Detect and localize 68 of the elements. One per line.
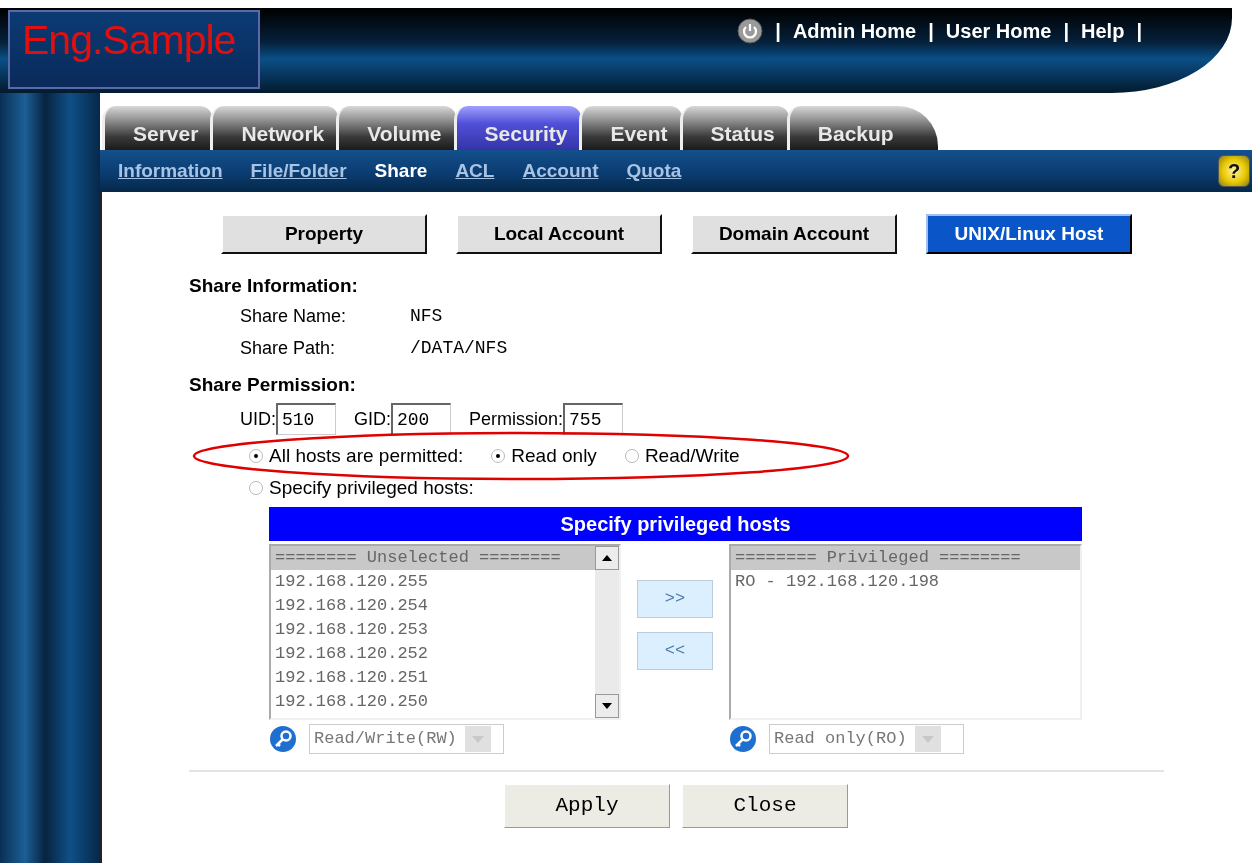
radio-label: Specify privileged hosts: [269, 475, 474, 500]
section-button[interactable]: UNIX/Linux Host [926, 214, 1132, 254]
input-field[interactable]: 200 [391, 403, 451, 435]
main-tab[interactable]: Event [579, 106, 682, 150]
list-item[interactable]: 192.168.120.253 [271, 618, 595, 642]
main-tab[interactable]: Volume [336, 106, 456, 150]
access-select[interactable]: Read only(RO) [769, 724, 964, 754]
field-label: UID: [240, 407, 276, 431]
list-item[interactable]: RO - 192.168.120.198 [731, 570, 1080, 594]
field-value: NFS [410, 305, 443, 328]
help-button[interactable]: ? [1218, 155, 1250, 187]
section-button[interactable]: Local Account [456, 214, 662, 254]
field-label: Share Path: [240, 337, 337, 360]
action-button[interactable]: Apply [504, 784, 670, 828]
radio-button[interactable] [491, 449, 506, 463]
power-icon[interactable] [737, 18, 764, 44]
list-item[interactable]: 192.168.120.255 [271, 570, 595, 594]
key-icon[interactable] [269, 725, 297, 753]
key-icon[interactable] [729, 725, 757, 753]
down-arrow-icon[interactable] [601, 701, 613, 711]
radio-label: All hosts are permitted: [269, 443, 464, 468]
sub-tab[interactable]: Account [522, 156, 599, 186]
list-item[interactable]: 192.168.120.251 [271, 666, 595, 690]
input-field[interactable]: 510 [276, 403, 336, 435]
field-label: GID: [354, 407, 391, 431]
radio-button[interactable] [249, 481, 263, 495]
sub-tab[interactable]: File/Folder [250, 156, 347, 186]
separator: | [775, 19, 781, 44]
separator: | [1136, 19, 1142, 44]
access-select[interactable]: Read/Write(RW) [309, 724, 504, 754]
radio-label: Read/Write [644, 443, 740, 468]
section-title: Share Information: [189, 274, 359, 298]
list-header: ======== Unselected ======== [271, 546, 595, 570]
sub-tab[interactable]: ACL [455, 156, 495, 186]
sub-tab[interactable]: Information [118, 156, 223, 186]
sub-tab[interactable]: Quota [626, 156, 682, 186]
list-item[interactable]: 192.168.120.252 [271, 642, 595, 666]
separator: | [928, 19, 934, 44]
radio-label: Read only [511, 443, 597, 468]
input-field[interactable]: 755 [563, 403, 624, 435]
section-button[interactable]: Property [221, 214, 427, 254]
radio-button[interactable] [249, 449, 263, 463]
list-item[interactable]: 192.168.120.250 [271, 690, 595, 714]
list-item[interactable]: 192.168.120.254 [271, 594, 595, 618]
field-value: /DATA/NFS [410, 337, 508, 360]
field-label: Permission: [469, 407, 564, 431]
main-tab[interactable]: Status [679, 106, 789, 150]
section-title: Share Permission: [189, 372, 357, 397]
separator: | [1063, 19, 1070, 44]
field-label: Share Name: [240, 305, 348, 328]
main-tab[interactable]: Backup [786, 106, 938, 150]
header-link[interactable]: User Home [945, 16, 1052, 46]
logo: Eng.Sample [8, 10, 260, 89]
up-arrow-icon[interactable] [601, 553, 613, 563]
header-link[interactable]: Admin Home [792, 16, 917, 46]
section-button[interactable]: Domain Account [691, 214, 897, 254]
action-button[interactable]: Close [682, 784, 848, 828]
main-tab[interactable]: Network [210, 106, 339, 150]
main-tab[interactable]: Server [102, 106, 213, 150]
radio-button[interactable] [624, 449, 639, 463]
list-box[interactable]: ======== Privileged ======== RO - 192.168.120.198 [729, 544, 1082, 720]
list-header: ======== Privileged ======== [731, 546, 1080, 570]
scrollbar[interactable] [595, 546, 619, 718]
main-tab[interactable]: Security [453, 106, 582, 150]
header-link[interactable]: Help [1081, 16, 1125, 46]
panel-title: Specify privileged hosts [269, 507, 1082, 541]
sub-tab[interactable]: Share [374, 156, 428, 186]
list-box[interactable]: ======== Unselected ======== 192.168.120.255 192.168.120.254 192.168.120.253 192.168.120.252 192.168.120.251 192.168.120.250 [269, 544, 621, 720]
